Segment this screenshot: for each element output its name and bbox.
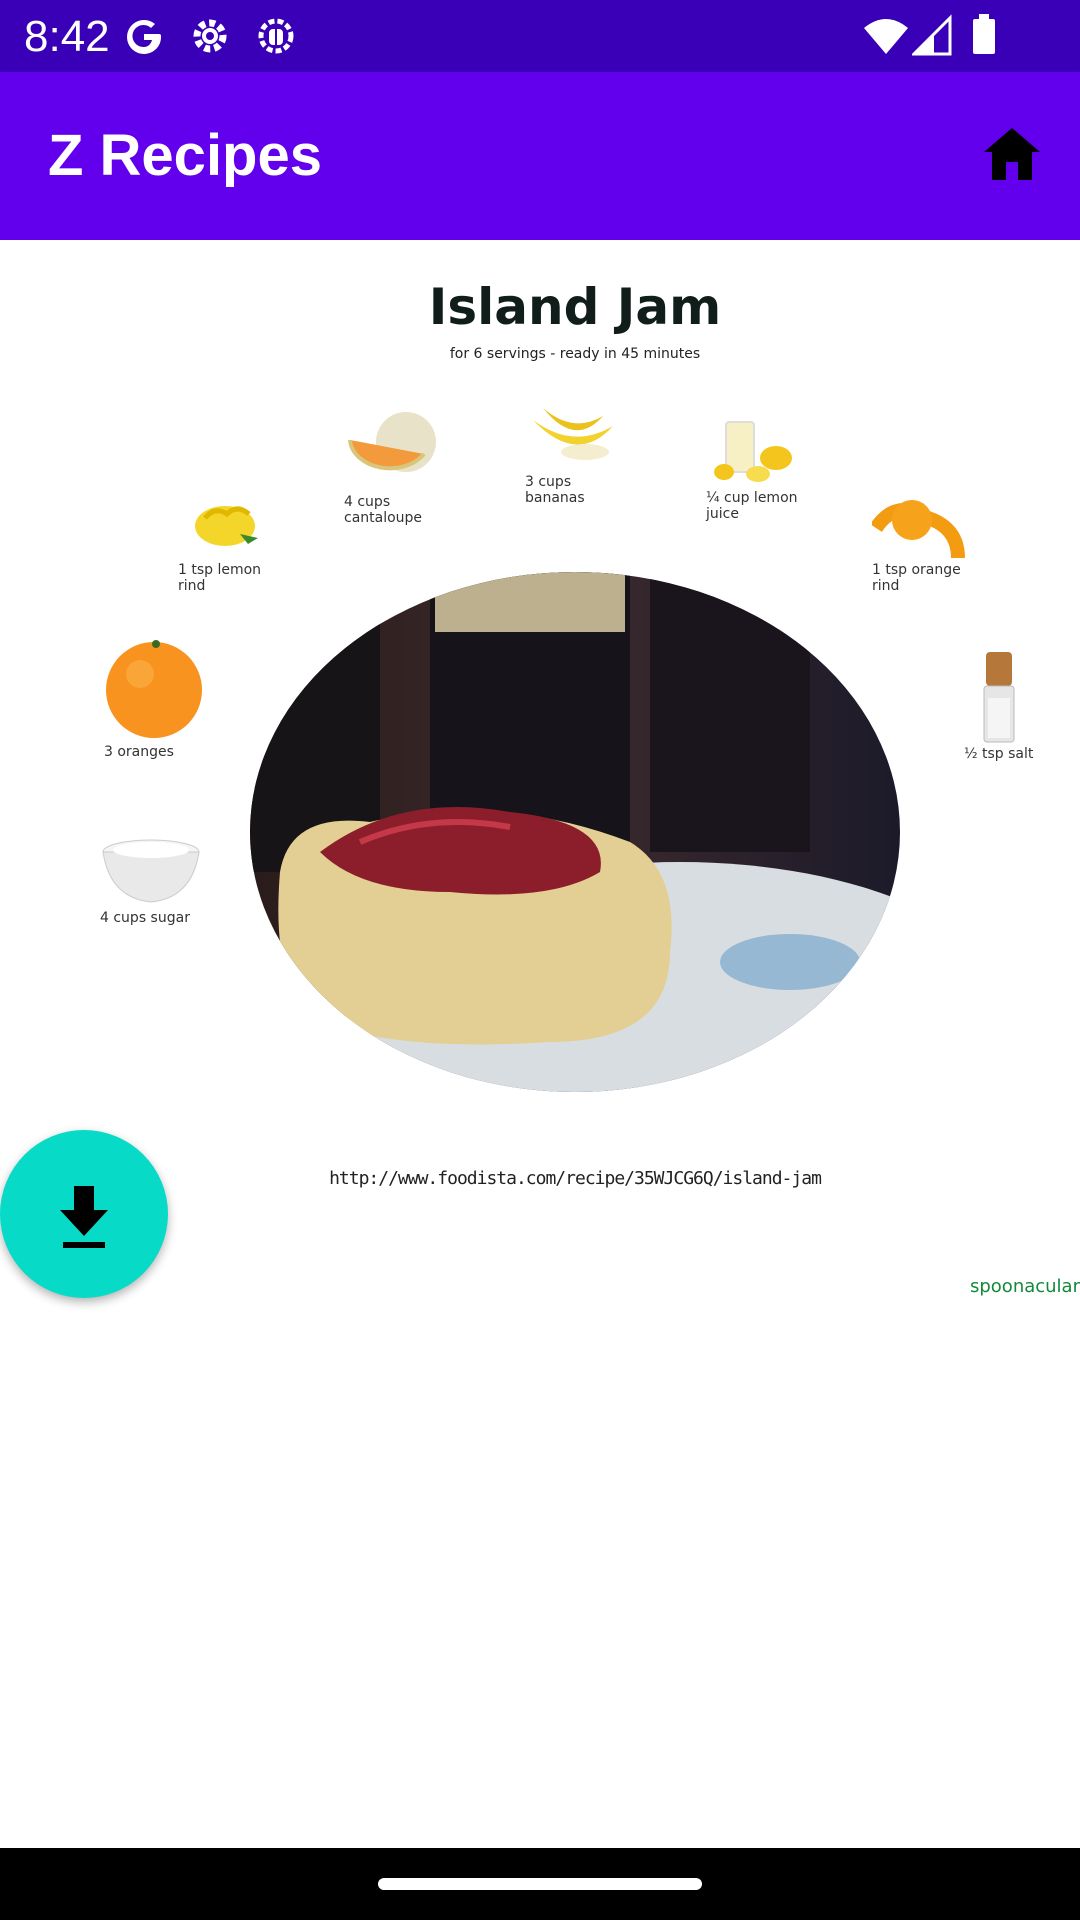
ingredient-label: 1 tsp orange — [872, 562, 961, 578]
ingredient-lemon-rind: 1 tsp lemon rind — [178, 488, 280, 594]
system-nav-bar — [0, 1848, 1080, 1920]
ingredient-label: ½ tsp salt — [964, 746, 1034, 762]
orange-icon — [106, 640, 202, 738]
ingredient-lemon-juice: ¼ cup lemon juice — [706, 416, 806, 522]
spoonacular-credit[interactable]: spoonacular — [970, 1276, 1080, 1297]
settings-gear-icon — [188, 14, 232, 62]
ingredient-label: 3 cups — [525, 474, 572, 490]
home-icon — [984, 128, 1040, 180]
ingredient-oranges: 3 oranges — [104, 640, 204, 760]
lemon-rind-icon — [195, 506, 258, 546]
ingredient-label: 3 oranges — [104, 744, 174, 760]
home-gesture-handle[interactable] — [378, 1878, 702, 1890]
lemon-juice-icon — [714, 421, 792, 482]
download-icon — [60, 1186, 108, 1248]
ingredient-label: 1 tsp lemon — [178, 562, 262, 578]
battery-icon — [970, 14, 998, 62]
google-icon — [122, 14, 166, 62]
wifi-icon — [862, 14, 910, 62]
cantaloupe-icon — [348, 412, 436, 472]
ingredient-label: rind — [178, 578, 206, 594]
ingredient-label: rind — [872, 578, 900, 594]
orange-rind-icon — [870, 500, 965, 559]
status-bar: 8:42 — [0, 0, 1080, 72]
home-button[interactable] — [980, 122, 1044, 186]
ingredient-label: cantaloupe — [344, 510, 423, 526]
sugar-bowl-icon — [102, 839, 200, 903]
bananas-icon — [533, 408, 613, 460]
island-jam-photo — [250, 572, 900, 1092]
app-title: Z Recipes — [48, 123, 322, 188]
recipe-photo — [250, 572, 900, 1092]
ingredient-label: ¼ cup lemon — [706, 490, 798, 506]
ingredient-label: bananas — [525, 490, 585, 506]
status-time: 8:42 — [24, 12, 110, 61]
ingredient-orange-rind: 1 tsp orange rind — [870, 488, 972, 594]
bug-icon — [254, 14, 298, 62]
salt-shaker-icon — [983, 652, 1015, 743]
ingredient-cantaloupe: 4 cups cantaloupe — [344, 410, 444, 526]
recipe-title: Island Jam — [428, 278, 722, 336]
ingredient-label: 4 cups — [344, 494, 391, 510]
cell-signal-icon — [910, 14, 952, 62]
app-bar: Z Recipes — [0, 72, 1080, 240]
ingredient-salt: ½ tsp salt — [964, 652, 1034, 762]
ingredient-label: 4 cups sugar — [100, 910, 190, 926]
ingredient-label: juice — [706, 506, 739, 522]
ingredient-sugar: 4 cups sugar — [100, 836, 202, 926]
download-button[interactable] — [0, 1130, 168, 1298]
ingredient-bananas: 3 cups bananas — [525, 394, 625, 506]
recipe-subtitle: for 6 servings - ready in 45 minutes — [449, 346, 701, 362]
